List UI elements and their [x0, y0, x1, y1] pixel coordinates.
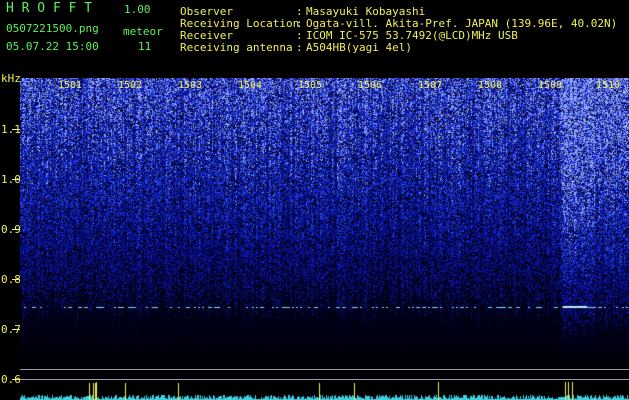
time-tick-label: 1506	[358, 80, 383, 91]
observation-datetime: 05.07.22 15:00	[6, 40, 99, 53]
spectrogram	[20, 78, 629, 400]
image-filename: 0507221500.png	[6, 22, 99, 35]
time-tick-label: 1507	[418, 80, 443, 91]
time-tick-label: 1510	[596, 80, 621, 91]
time-tick-label: 1503	[178, 80, 203, 91]
y-tick-mark	[12, 329, 20, 330]
antenna-label: Receiving antenna	[180, 41, 293, 54]
time-tick-label: 1501	[58, 80, 83, 91]
time-tick-label: 1505	[298, 80, 323, 91]
time-tick-label: 1509	[538, 80, 563, 91]
reference-line	[20, 379, 629, 380]
meteor-label: meteor	[123, 25, 163, 38]
app-name: H R O F F T	[6, 1, 93, 16]
time-tick-label: 1508	[478, 80, 503, 91]
time-tick-label: 1502	[118, 80, 143, 91]
y-tick-mark	[12, 179, 20, 180]
time-tick-label: 1504	[238, 80, 263, 91]
y-axis-unit: kHz	[1, 72, 21, 85]
y-tick-mark	[12, 229, 20, 230]
antenna-sep: :	[296, 41, 303, 54]
antenna-value: A504HB(yagi 4el)	[306, 41, 412, 54]
y-tick-mark	[12, 129, 20, 130]
reference-line	[20, 369, 629, 370]
y-tick-mark	[12, 379, 20, 380]
app-version: 1.00	[124, 3, 151, 16]
y-tick-mark	[12, 279, 20, 280]
meteor-count: 11	[138, 40, 152, 53]
